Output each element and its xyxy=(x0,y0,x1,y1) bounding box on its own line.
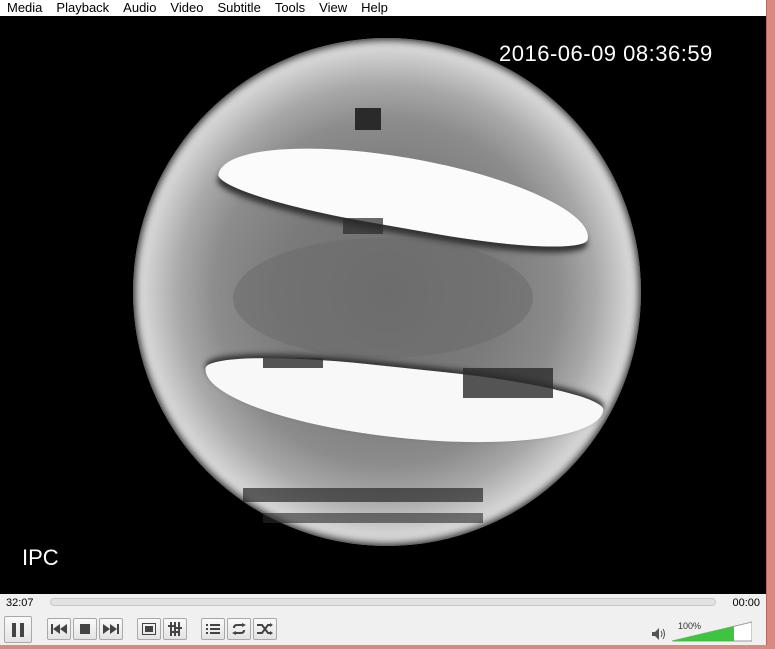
menu-help[interactable]: Help xyxy=(354,0,395,16)
chair xyxy=(343,218,383,234)
playlist-button[interactable] xyxy=(201,618,225,640)
volume-slider[interactable] xyxy=(672,618,752,642)
floor-shadow xyxy=(233,238,533,358)
stop-icon xyxy=(80,624,90,634)
menu-bar: Media Playback Audio Video Subtitle Tool… xyxy=(0,0,767,16)
elapsed-time[interactable]: 32:07 xyxy=(6,597,34,609)
menu-tools[interactable]: Tools xyxy=(268,0,312,16)
extended-settings-button[interactable] xyxy=(163,618,187,640)
fullscreen-button[interactable] xyxy=(137,618,161,640)
equipment-row xyxy=(263,358,323,368)
pause-icon xyxy=(12,622,24,637)
shuffle-button[interactable] xyxy=(253,618,277,640)
equipment-row xyxy=(243,488,483,502)
menu-view[interactable]: View xyxy=(312,0,354,16)
next-icon xyxy=(103,624,119,634)
stop-button[interactable] xyxy=(73,618,97,640)
menu-video[interactable]: Video xyxy=(163,0,210,16)
menu-audio[interactable]: Audio xyxy=(116,0,163,16)
channel-label: IPC xyxy=(22,545,59,570)
pause-button[interactable] xyxy=(4,616,32,643)
window-border xyxy=(767,0,775,649)
loop-button[interactable] xyxy=(227,618,251,640)
equipment-row xyxy=(463,368,553,398)
desk-lower xyxy=(200,347,606,459)
menu-playback[interactable]: Playback xyxy=(49,0,116,16)
fisheye-camera-view xyxy=(133,38,641,546)
control-bar: 100% xyxy=(0,614,767,645)
speaker-icon[interactable] xyxy=(652,628,666,640)
timestamp-overlay: 2016-06-09 08:36:59 xyxy=(499,41,713,66)
extended-settings-icon xyxy=(168,622,182,636)
equipment-row xyxy=(263,513,483,523)
chair xyxy=(355,108,381,130)
next-button[interactable] xyxy=(99,618,123,640)
window-border xyxy=(0,645,775,649)
fullscreen-icon xyxy=(142,623,156,635)
volume-fill xyxy=(672,626,734,641)
shuffle-icon xyxy=(257,623,273,635)
timeline-row: 32:07 00:00 xyxy=(0,594,767,614)
total-time[interactable]: 00:00 xyxy=(732,597,760,609)
video-display[interactable]: 2016-06-09 08:36:59 IPC xyxy=(0,16,767,594)
previous-button[interactable] xyxy=(47,618,71,640)
menu-subtitle[interactable]: Subtitle xyxy=(210,0,267,16)
loop-icon xyxy=(232,623,246,635)
previous-icon xyxy=(51,624,67,634)
playlist-icon xyxy=(206,624,220,634)
seek-slider[interactable] xyxy=(50,598,716,606)
menu-media[interactable]: Media xyxy=(0,0,49,16)
